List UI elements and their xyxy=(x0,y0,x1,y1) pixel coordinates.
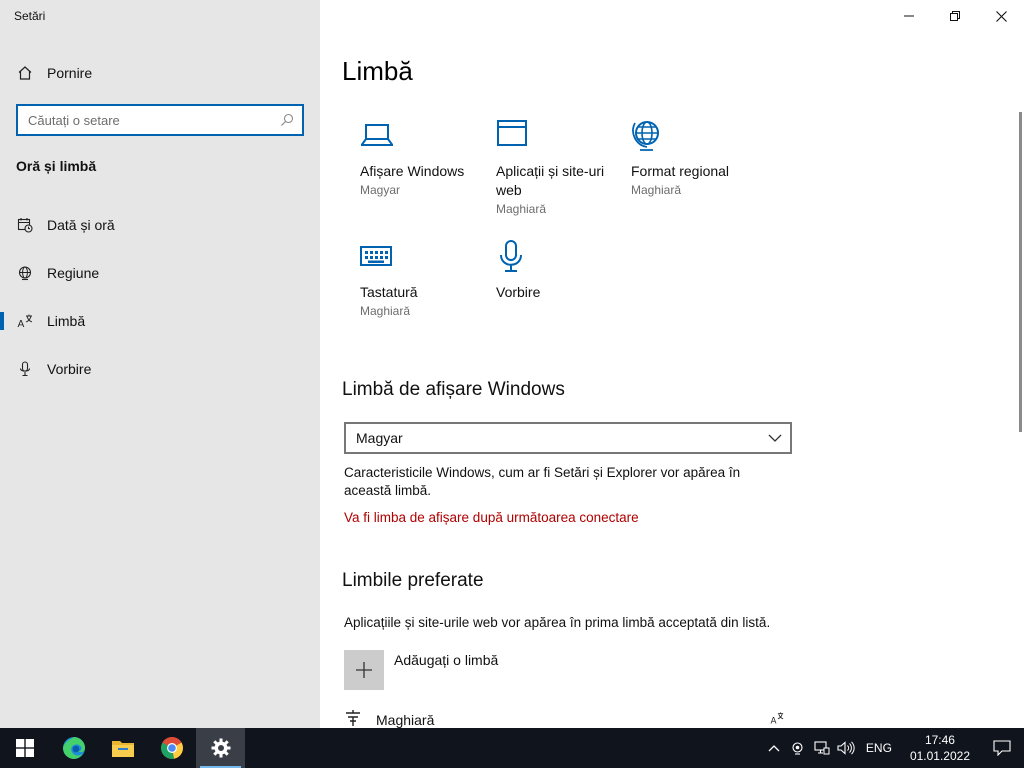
preferred-languages-heading: Limbile preferate xyxy=(342,570,484,591)
display-language-dropdown[interactable]: Magyar xyxy=(344,422,792,454)
search-box[interactable] xyxy=(16,104,304,136)
display-language-description: Caracteristicile Windows, cum ar fi Setă… xyxy=(344,465,741,498)
close-button[interactable] xyxy=(978,0,1024,32)
clock[interactable]: 17:46 01.01.2022 xyxy=(900,732,980,764)
display-language-heading: Limbă de afișare Windows xyxy=(342,379,565,400)
volume-icon xyxy=(837,741,855,755)
edge-icon xyxy=(62,737,85,759)
sidebar-item-label: Dată și oră xyxy=(47,217,115,233)
calendar-clock-icon xyxy=(16,216,34,234)
add-box[interactable] xyxy=(344,650,384,690)
tile-title: Aplicații și site-uri web xyxy=(496,163,605,198)
sidebar-item-date-time[interactable]: Dată și oră xyxy=(0,205,320,245)
settings-sidebar: Setări Pornire Oră și limbă Dată și oră … xyxy=(0,0,320,728)
chevron-up-icon xyxy=(768,745,780,752)
close-icon xyxy=(995,10,1007,22)
section-title: Oră și limbă xyxy=(16,158,97,174)
plus-icon xyxy=(356,662,372,678)
tile-subtitle: Magyar xyxy=(360,183,401,197)
sidebar-item-label: Vorbire xyxy=(47,361,92,377)
globe-icon xyxy=(16,264,34,282)
tray-meet-now[interactable] xyxy=(786,728,810,768)
add-language-button[interactable]: Adăugați o limbă xyxy=(344,650,498,690)
network-icon xyxy=(814,741,830,755)
taskbar-file-explorer[interactable] xyxy=(98,728,147,768)
window-controls xyxy=(886,0,1024,32)
restore-button[interactable] xyxy=(932,0,978,32)
notification-icon xyxy=(993,740,1011,756)
sidebar-item-language[interactable]: A Limbă xyxy=(0,301,320,341)
system-tray: ENG 17:46 01.01.2022 xyxy=(762,728,1024,768)
windows-start-icon xyxy=(15,739,34,757)
page-title: Limbă xyxy=(342,56,413,86)
home-icon xyxy=(16,64,34,82)
clock-date: 01.01.2022 xyxy=(909,749,970,763)
preferred-languages-description: Aplicațiile și site-urile web vor apărea… xyxy=(344,615,771,630)
sidebar-item-label: Limbă xyxy=(47,313,86,329)
tray-volume[interactable] xyxy=(834,728,858,768)
settings-icon xyxy=(211,738,230,758)
file-explorer-icon xyxy=(111,741,134,757)
nav-home-label: Pornire xyxy=(47,65,93,81)
tile-subtitle: Maghiară xyxy=(496,202,547,216)
tile-title: Tastatură xyxy=(360,284,418,300)
nav-home[interactable]: Pornire xyxy=(0,56,320,90)
chrome-icon xyxy=(160,737,183,759)
tile-windows-display[interactable]: Afișare Windows Magyar xyxy=(360,118,490,197)
tray-network[interactable] xyxy=(810,728,834,768)
microphone-icon xyxy=(500,240,522,272)
clock-time: 17:46 xyxy=(924,733,955,747)
display-language-feature-icon: A xyxy=(770,711,784,729)
display-language-notice: Va fi limba de afișare după următoarea c… xyxy=(344,510,639,525)
tile-title: Afișare Windows xyxy=(360,163,465,179)
taskbar-edge[interactable] xyxy=(49,728,98,768)
search-input[interactable] xyxy=(18,106,276,134)
tile-subtitle: Maghiară xyxy=(360,304,411,318)
chevron-down-icon xyxy=(768,434,782,442)
sidebar-item-label: Regiune xyxy=(47,265,100,281)
tile-title: Vorbire xyxy=(496,284,541,300)
window-icon xyxy=(497,120,527,146)
tile-title: Format regional xyxy=(631,163,730,179)
taskbar: ENG 17:46 01.01.2022 xyxy=(0,728,1024,768)
svg-text:A: A xyxy=(770,716,776,725)
app-title: Setări xyxy=(14,9,46,23)
language-pack-icon xyxy=(344,709,362,729)
restore-icon xyxy=(950,11,960,21)
preferred-language-item[interactable]: Maghiară A xyxy=(344,708,784,728)
keyboard-icon xyxy=(360,246,392,266)
minimize-icon xyxy=(904,15,914,17)
show-hidden-icons-button[interactable] xyxy=(762,728,786,768)
tile-apps-websites[interactable]: Aplicații și site-uri web Maghiară xyxy=(496,118,606,216)
tile-keyboard[interactable]: Tastatură Maghiară xyxy=(360,239,490,318)
input-language-indicator[interactable]: ENG xyxy=(858,741,900,755)
sidebar-item-speech[interactable]: Vorbire xyxy=(0,349,320,389)
tile-regional-format[interactable]: Format regional Maghiară xyxy=(631,118,761,197)
minimize-button[interactable] xyxy=(886,0,932,32)
start-button[interactable] xyxy=(0,728,49,768)
language-name: Maghiară xyxy=(376,712,435,728)
tile-speech[interactable]: Vorbire xyxy=(496,239,626,304)
add-language-label: Adăugați o limbă xyxy=(394,652,499,668)
taskbar-settings[interactable] xyxy=(196,728,245,768)
tile-subtitle: Maghiară xyxy=(631,183,682,197)
globe-icon xyxy=(632,121,659,151)
main-content: Limbă Afișare Windows Magyar Aplicații ș… xyxy=(320,0,1024,728)
display-language-value: Magyar xyxy=(356,430,403,446)
search-icon[interactable] xyxy=(276,113,298,127)
scrollbar[interactable] xyxy=(1019,112,1022,432)
laptop-icon xyxy=(361,124,393,146)
svg-text:A: A xyxy=(18,319,25,329)
action-center-button[interactable] xyxy=(980,728,1024,768)
language-icon: A xyxy=(16,312,34,330)
sidebar-item-region[interactable]: Regiune xyxy=(0,253,320,293)
taskbar-chrome[interactable] xyxy=(147,728,196,768)
microphone-icon xyxy=(16,360,34,378)
camera-icon xyxy=(792,742,803,755)
